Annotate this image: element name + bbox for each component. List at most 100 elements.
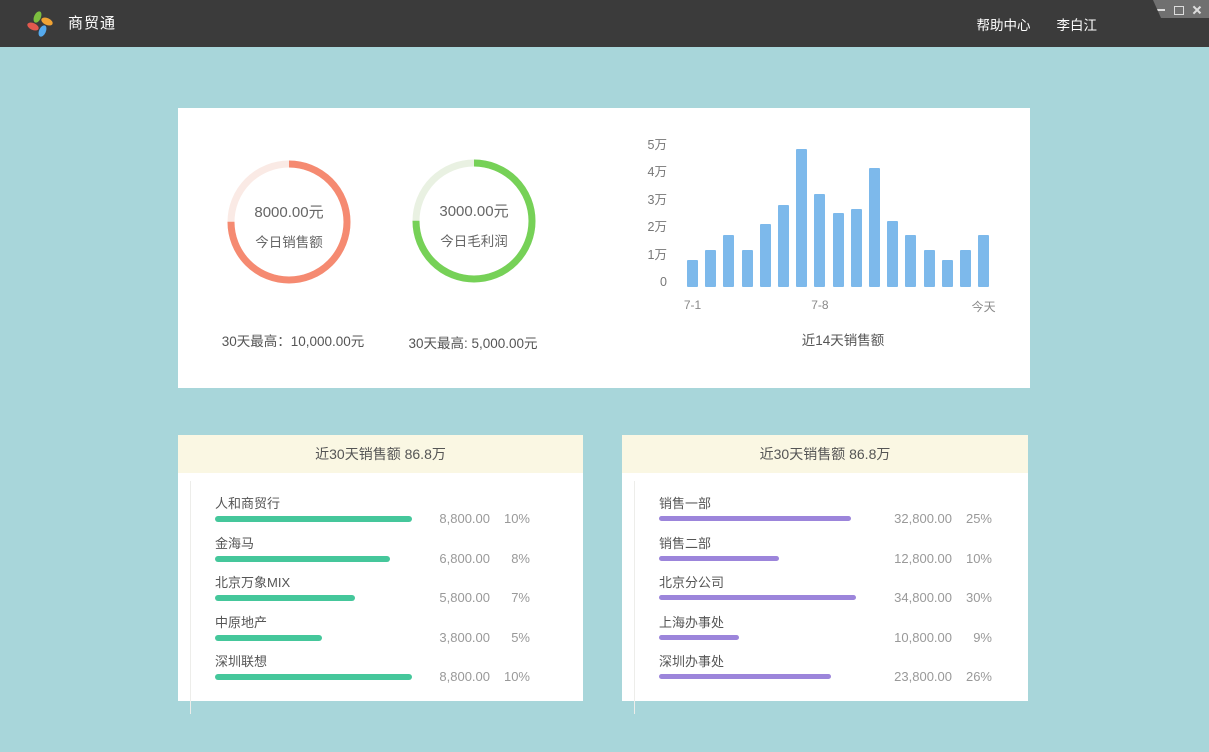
row-values: 12,800.00 10% [860,550,992,568]
bar-day-11 [869,168,880,287]
bar-day-5 [760,224,771,287]
y-axis-label: 1万 [615,246,667,264]
bar-day-6 [778,205,789,287]
progress-row: 深圳联想 8,800.00 10% [215,654,583,694]
today-profit-donut-chart: 3000.00元 今日毛利润 [411,158,537,284]
app-logo-pinwheel-icon [26,10,54,38]
bar-day-14 [924,250,935,287]
row-amount: 32,800.00 [860,510,952,528]
department-rows: 销售一部 32,800.00 25% 销售二部 12,800.00 10% 北京… [622,473,1028,694]
row-percent: 5% [490,629,530,647]
progress-row: 北京万象MIX 5,800.00 7% [215,575,583,615]
bar-day-2 [705,250,716,287]
row-progress-bar [215,635,322,641]
bar-day-9 [833,213,844,287]
bar-day-3 [723,235,734,287]
y-axis-label: 5万 [615,136,667,154]
bar-day-16 [960,250,971,287]
row-values: 8,800.00 10% [398,510,530,528]
row-values: 32,800.00 25% [860,510,992,528]
row-percent: 26% [952,668,992,686]
maximize-icon[interactable] [1174,5,1183,14]
customer-rows: 人和商贸行 8,800.00 10% 金海马 6,800.00 8% 北京万象M… [178,473,583,694]
progress-row: 人和商贸行 8,800.00 10% [215,496,583,536]
progress-row: 上海办事处 10,800.00 9% [659,615,1028,655]
bar-day-10 [851,209,862,287]
sales-30d-by-customer-card: 近30天销售额 86.8万 人和商贸行 8,800.00 10% 金海马 6,8… [178,435,583,701]
progress-row: 中原地产 3,800.00 5% [215,615,583,655]
sales-30d-by-department-card: 近30天销售额 86.8万 销售一部 32,800.00 25% 销售二部 12… [622,435,1028,701]
row-percent: 30% [952,589,992,607]
bar-chart-title: 近14天销售额 [687,329,999,349]
x-axis-label: 今天 [972,298,996,315]
bar-day-8 [814,194,825,287]
donut-center-text: 8000.00元 今日销售额 [226,163,352,289]
current-user-link[interactable]: 李白江 [1057,14,1098,34]
row-percent: 25% [952,510,992,528]
bar-day-1 [687,260,698,287]
today-sales-donut-chart: 8000.00元 今日销售额 [226,159,352,285]
bar-chart-x-axis: 7-1 7-8 今天 [687,298,999,314]
progress-row: 北京分公司 34,800.00 30% [659,575,1028,615]
department-card-title: 近30天销售额 86.8万 [622,435,1028,473]
help-center-link[interactable]: 帮助中心 [977,14,1031,34]
row-progress-bar [659,595,856,600]
progress-row: 深圳办事处 23,800.00 26% [659,654,1028,694]
y-axis-label: 4万 [615,163,667,181]
row-progress-bar [215,595,355,601]
row-progress-bar [659,516,851,521]
close-icon[interactable] [1192,5,1201,14]
row-values: 6,800.00 8% [398,550,530,568]
bar-day-7 [796,149,807,287]
row-progress-bar [215,556,390,562]
bar-day-4 [742,250,753,287]
y-axis-label: 3万 [615,191,667,209]
today-sales-label: 今日销售额 [255,231,323,251]
titlebar: 商贸通 帮助中心 李白江 [0,0,1209,47]
bar-day-12 [887,221,898,287]
y-axis-label: 2万 [615,218,667,236]
row-percent: 10% [952,550,992,568]
row-amount: 6,800.00 [398,550,490,568]
row-amount: 5,800.00 [398,589,490,607]
row-values: 3,800.00 5% [398,629,530,647]
row-amount: 3,800.00 [398,629,490,647]
row-progress-bar [659,674,831,679]
row-values: 23,800.00 26% [860,668,992,686]
progress-row: 销售二部 12,800.00 10% [659,536,1028,576]
y-axis-label: 0 [615,273,667,291]
x-axis-label: 7-1 [684,298,701,312]
row-progress-bar [215,674,412,680]
row-values: 34,800.00 30% [860,589,992,607]
bar-day-13 [905,235,916,287]
today-profit-value: 3000.00元 [439,200,508,221]
today-sales-value: 8000.00元 [254,201,323,222]
row-amount: 8,800.00 [398,668,490,686]
minimize-icon[interactable] [1156,5,1165,14]
profit-30d-max-note: 30天最高: 5,000.00元 [355,332,591,352]
row-amount: 12,800.00 [860,550,952,568]
titlebar-nav: 帮助中心 李白江 [977,0,1098,47]
donut-center-text: 3000.00元 今日毛利润 [411,162,537,288]
row-amount: 8,800.00 [398,510,490,528]
x-axis-label: 7-8 [811,298,828,312]
row-percent: 8% [490,550,530,568]
row-values: 10,800.00 9% [860,629,992,647]
window-controls [1143,0,1209,18]
row-amount: 23,800.00 [860,668,952,686]
bar-day-17 [978,235,989,287]
row-percent: 9% [952,629,992,647]
row-percent: 7% [490,589,530,607]
row-progress-bar [659,635,739,640]
row-progress-bar [659,556,779,561]
row-percent: 10% [490,510,530,528]
progress-row: 金海马 6,800.00 8% [215,536,583,576]
row-progress-bar [215,516,412,522]
bar-chart-y-axis: 5万4万3万2万1万0 [615,148,667,287]
today-summary-card: 8000.00元 今日销售额 30天最高：10,000.00元 3000.00元… [178,108,1030,388]
sales-14d-bar-chart [687,148,999,287]
row-amount: 34,800.00 [860,589,952,607]
row-percent: 10% [490,668,530,686]
row-amount: 10,800.00 [860,629,952,647]
row-values: 5,800.00 7% [398,589,530,607]
